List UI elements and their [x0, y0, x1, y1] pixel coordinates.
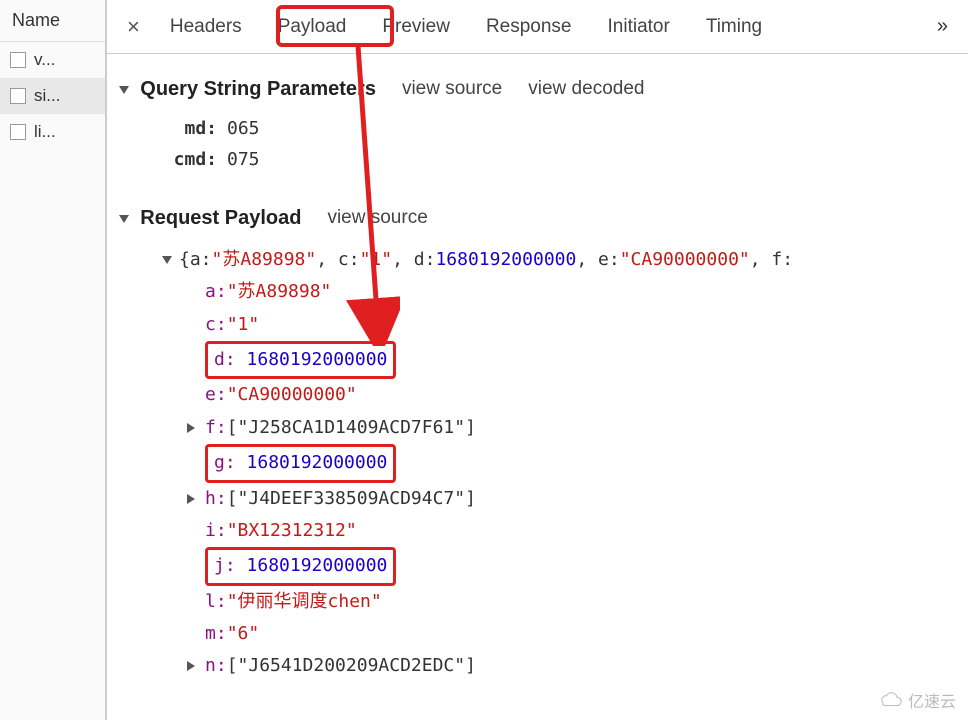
- field-key: h:: [205, 483, 227, 515]
- watermark: 亿速云: [876, 688, 956, 712]
- disclosure-right-icon[interactable]: [187, 494, 200, 504]
- request-payload-section: Request Payload view source: [119, 201, 956, 235]
- field-value: 1680192000000: [247, 452, 388, 473]
- param-value: 075: [227, 145, 260, 176]
- query-param-row: cmd: 075: [119, 145, 956, 176]
- view-source-link[interactable]: view source: [402, 73, 502, 105]
- tabs-bar: × Headers Payload Preview Response Initi…: [107, 0, 968, 54]
- field-value: "苏A89898": [227, 276, 332, 308]
- query-string-title: Query String Parameters: [140, 78, 376, 100]
- payload-field-l: l: "伊丽华调度chen": [139, 586, 956, 618]
- field-value: "CA90000000": [227, 379, 357, 411]
- sidebar-item-2[interactable]: li...: [0, 114, 105, 150]
- payload-field-c: c: "1": [139, 309, 956, 341]
- tab-preview[interactable]: Preview: [366, 6, 466, 48]
- disclosure-right-icon[interactable]: [187, 423, 200, 433]
- checkbox-icon[interactable]: [10, 52, 26, 68]
- request-payload-title: Request Payload: [140, 207, 301, 229]
- cloud-icon: [876, 691, 904, 709]
- payload-summary-row[interactable]: {a: "苏A89898" , c: "1" , d: 168019200000…: [139, 244, 956, 276]
- field-key: d:: [214, 349, 247, 370]
- disclosure-down-icon[interactable]: [119, 215, 129, 223]
- payload-field-a: a: "苏A89898": [139, 276, 956, 308]
- sidebar-item-label: si...: [34, 86, 60, 106]
- field-value: ["J4DEEF338509ACD94C7"]: [227, 483, 476, 515]
- payload-field-d: d: 1680192000000: [139, 341, 956, 379]
- tab-initiator[interactable]: Initiator: [592, 6, 686, 48]
- payload-field-f[interactable]: f: ["J258CA1D1409ACD7F61"]: [139, 412, 956, 444]
- view-decoded-link[interactable]: view decoded: [528, 73, 644, 105]
- field-value: ["J6541D200209ACD2EDC"]: [227, 650, 476, 682]
- sidebar-item-0[interactable]: v...: [0, 42, 105, 78]
- field-key: j:: [214, 555, 247, 576]
- payload-field-h[interactable]: h: ["J4DEEF338509ACD94C7"]: [139, 483, 956, 515]
- checkbox-icon[interactable]: [10, 124, 26, 140]
- view-source-link[interactable]: view source: [327, 202, 427, 234]
- sidebar-header: Name: [0, 0, 105, 42]
- payload-field-e: e: "CA90000000": [139, 379, 956, 411]
- main-panel: × Headers Payload Preview Response Initi…: [106, 0, 968, 720]
- param-key: cmd:: [159, 145, 217, 176]
- query-param-row: md: 065: [119, 114, 956, 145]
- field-key: a:: [205, 276, 227, 308]
- field-key: e:: [205, 379, 227, 411]
- chevron-double-right-icon[interactable]: »: [927, 9, 958, 44]
- field-value: "BX12312312": [227, 515, 357, 547]
- payload-field-j: j: 1680192000000: [139, 547, 956, 585]
- payload-field-g: g: 1680192000000: [139, 444, 956, 482]
- annotation-box: j: 1680192000000: [205, 547, 396, 585]
- payload-field-n[interactable]: n: ["J6541D200209ACD2EDC"]: [139, 650, 956, 682]
- payload-tree: {a: "苏A89898" , c: "1" , d: 168019200000…: [119, 244, 956, 683]
- field-key: m:: [205, 618, 227, 650]
- tab-headers[interactable]: Headers: [154, 6, 258, 48]
- field-value: 1680192000000: [247, 555, 388, 576]
- field-key: l:: [205, 586, 227, 618]
- field-value: "1": [227, 309, 260, 341]
- tab-payload[interactable]: Payload: [262, 6, 363, 48]
- annotation-box: g: 1680192000000: [205, 444, 396, 482]
- checkbox-icon[interactable]: [10, 88, 26, 104]
- query-string-section: Query String Parameters view source view…: [119, 72, 956, 106]
- field-key: c:: [205, 309, 227, 341]
- disclosure-down-icon[interactable]: [119, 86, 129, 94]
- field-value: "伊丽华调度chen": [227, 586, 382, 618]
- disclosure-down-icon[interactable]: [162, 256, 172, 264]
- field-value: ["J258CA1D1409ACD7F61"]: [227, 412, 476, 444]
- param-key: md:: [159, 114, 217, 145]
- tab-timing[interactable]: Timing: [690, 6, 778, 48]
- field-key: i:: [205, 515, 227, 547]
- sidebar-item-1[interactable]: si...: [0, 78, 105, 114]
- annotation-box: d: 1680192000000: [205, 341, 396, 379]
- payload-field-m: m: "6": [139, 618, 956, 650]
- tab-response[interactable]: Response: [470, 6, 588, 48]
- field-key: f:: [205, 412, 227, 444]
- sidebar: Name v... si... li...: [0, 0, 106, 720]
- sidebar-item-label: li...: [34, 122, 56, 142]
- field-key: n:: [205, 650, 227, 682]
- sidebar-item-label: v...: [34, 50, 55, 70]
- field-value: "6": [227, 618, 260, 650]
- disclosure-right-icon[interactable]: [187, 661, 200, 671]
- close-icon[interactable]: ×: [117, 8, 150, 46]
- field-value: 1680192000000: [247, 349, 388, 370]
- param-value: 065: [227, 114, 260, 145]
- payload-field-i: i: "BX12312312": [139, 515, 956, 547]
- content-area: Query String Parameters view source view…: [107, 54, 968, 695]
- field-key: g:: [214, 452, 247, 473]
